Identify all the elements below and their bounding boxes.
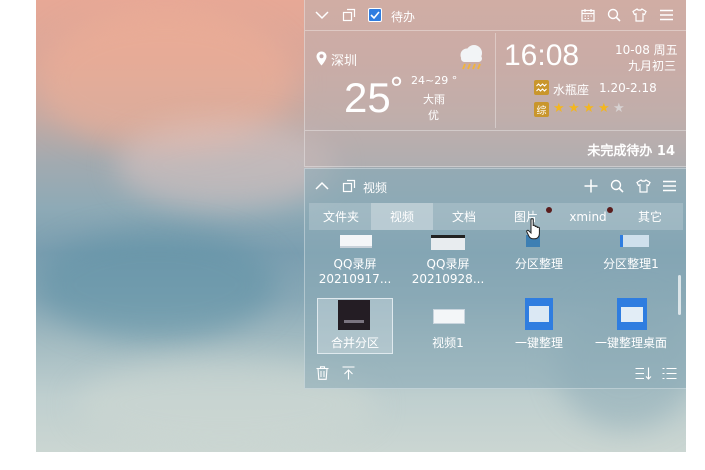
video-thumbnail <box>525 298 553 330</box>
file-item[interactable]: 一键整理 <box>501 336 577 351</box>
list-view-icon[interactable] <box>661 365 677 381</box>
desktop-wallpaper: 待办 深圳 25 ° 24~29 ° 大雨 优 16:08 10-08 周五 九… <box>36 0 686 452</box>
clock-date: 10-08 周五 <box>615 43 678 57</box>
file-name: QQ录屏 <box>426 257 470 271</box>
weather-divider <box>305 130 686 131</box>
zodiac-name: 水瓶座 <box>553 83 590 97</box>
file-name-date: 20210917... <box>318 272 392 286</box>
tab-folder[interactable]: 文件夹 <box>311 203 371 230</box>
todo-panel-title: 待办 <box>391 10 416 24</box>
chevron-up-icon[interactable] <box>314 178 330 194</box>
file-name: 分区整理 <box>514 257 563 271</box>
video-thumbnail <box>620 235 649 247</box>
calendar-icon[interactable] <box>580 7 596 23</box>
shirt-icon[interactable] <box>631 7 647 23</box>
file-item[interactable]: 合并分区 <box>317 336 393 351</box>
menu-icon[interactable] <box>658 7 674 23</box>
file-name: 视频1 <box>432 336 464 350</box>
clock-time: 16:08 <box>504 39 580 72</box>
checkbox-icon[interactable] <box>367 7 383 23</box>
file-name: 一键整理桌面 <box>594 336 667 350</box>
file-item[interactable]: QQ录屏 20210917... <box>317 257 393 287</box>
tab-other[interactable]: 其它 <box>619 203 681 230</box>
thumbnail-detail <box>529 306 549 322</box>
video-thumbnail <box>338 300 370 330</box>
star-empty-icon: ★ <box>613 101 625 116</box>
star-filled-icon: ★ <box>568 101 580 116</box>
thumbnail-detail <box>621 307 643 322</box>
file-item[interactable]: 分区整理1 <box>593 257 669 272</box>
file-name: 合并分区 <box>330 336 379 350</box>
sort-icon[interactable] <box>634 365 652 381</box>
video-panel-header: 视频 <box>305 171 686 201</box>
shirt-icon[interactable] <box>635 178 651 194</box>
wallpaper-cloud <box>36 230 276 340</box>
weather-city[interactable]: 深圳 <box>331 50 357 69</box>
file-name: QQ录屏 <box>333 257 377 271</box>
tab-video[interactable]: 视频 <box>371 203 433 230</box>
scrollbar-thumb[interactable] <box>678 275 681 315</box>
weather-condition: 大雨 <box>423 93 445 106</box>
weather-range: 24~29 ° <box>411 74 458 87</box>
file-item[interactable]: 分区整理 <box>501 257 577 272</box>
video-panel-title: 视频 <box>363 181 388 195</box>
pin-icon[interactable] <box>341 7 357 23</box>
air-quality: 优 <box>428 109 439 122</box>
todo-panel-header: 待办 <box>305 0 686 30</box>
vertical-divider <box>495 33 496 128</box>
file-name: 分区整理1 <box>603 257 659 271</box>
zodiac-aquarius-icon <box>534 80 549 95</box>
file-item[interactable]: 一键整理桌面 <box>593 336 669 351</box>
tab-documents[interactable]: 文档 <box>433 203 495 230</box>
zodiac-range: 1.20-2.18 <box>599 81 657 95</box>
move-to-top-icon[interactable] <box>340 365 356 381</box>
file-name: 一键整理 <box>514 336 563 350</box>
weather-degree-symbol: ° <box>389 72 404 107</box>
lunar-date: 九月初三 <box>628 59 677 73</box>
rain-cloud-icon <box>455 42 487 72</box>
file-item[interactable]: 视频1 <box>410 336 486 351</box>
new-badge-dot <box>607 207 613 213</box>
fortune-badge: 综 <box>534 102 549 117</box>
video-thumbnail <box>340 235 372 248</box>
video-thumbnail <box>433 309 465 324</box>
chevron-down-icon[interactable] <box>314 7 330 23</box>
pending-todo-count[interactable]: 未完成待办 14 <box>587 140 675 159</box>
menu-icon[interactable] <box>661 178 677 194</box>
search-icon[interactable] <box>606 7 622 23</box>
fortune-rating: ★ ★ ★ ★ ★ <box>553 101 628 116</box>
search-icon[interactable] <box>609 178 625 194</box>
star-filled-icon: ★ <box>583 101 595 116</box>
location-pin-icon <box>315 50 327 66</box>
thumbnail-detail <box>344 320 364 323</box>
header-divider <box>305 30 686 31</box>
weather-temperature: 25 <box>344 74 391 121</box>
todo-panel: 待办 深圳 25 ° 24~29 ° 大雨 优 16:08 10-08 周五 九… <box>304 0 686 167</box>
video-panel: 视频 文件夹 视频 文档 图片 xmind 其它 QQ录屏 20210917..… <box>304 168 686 389</box>
trash-icon[interactable] <box>314 365 330 381</box>
pin-icon[interactable] <box>341 178 357 194</box>
star-filled-icon: ★ <box>553 101 565 116</box>
video-thumbnail <box>431 235 465 250</box>
hand-cursor-icon <box>525 217 543 241</box>
video-thumbnail <box>617 298 647 330</box>
file-item[interactable]: QQ录屏 20210928... <box>410 257 486 287</box>
star-filled-icon: ★ <box>598 101 610 116</box>
add-icon[interactable] <box>583 178 599 194</box>
new-badge-dot <box>546 207 552 213</box>
file-name-date: 20210928... <box>411 272 485 286</box>
wallpaper-cloud <box>116 120 336 210</box>
